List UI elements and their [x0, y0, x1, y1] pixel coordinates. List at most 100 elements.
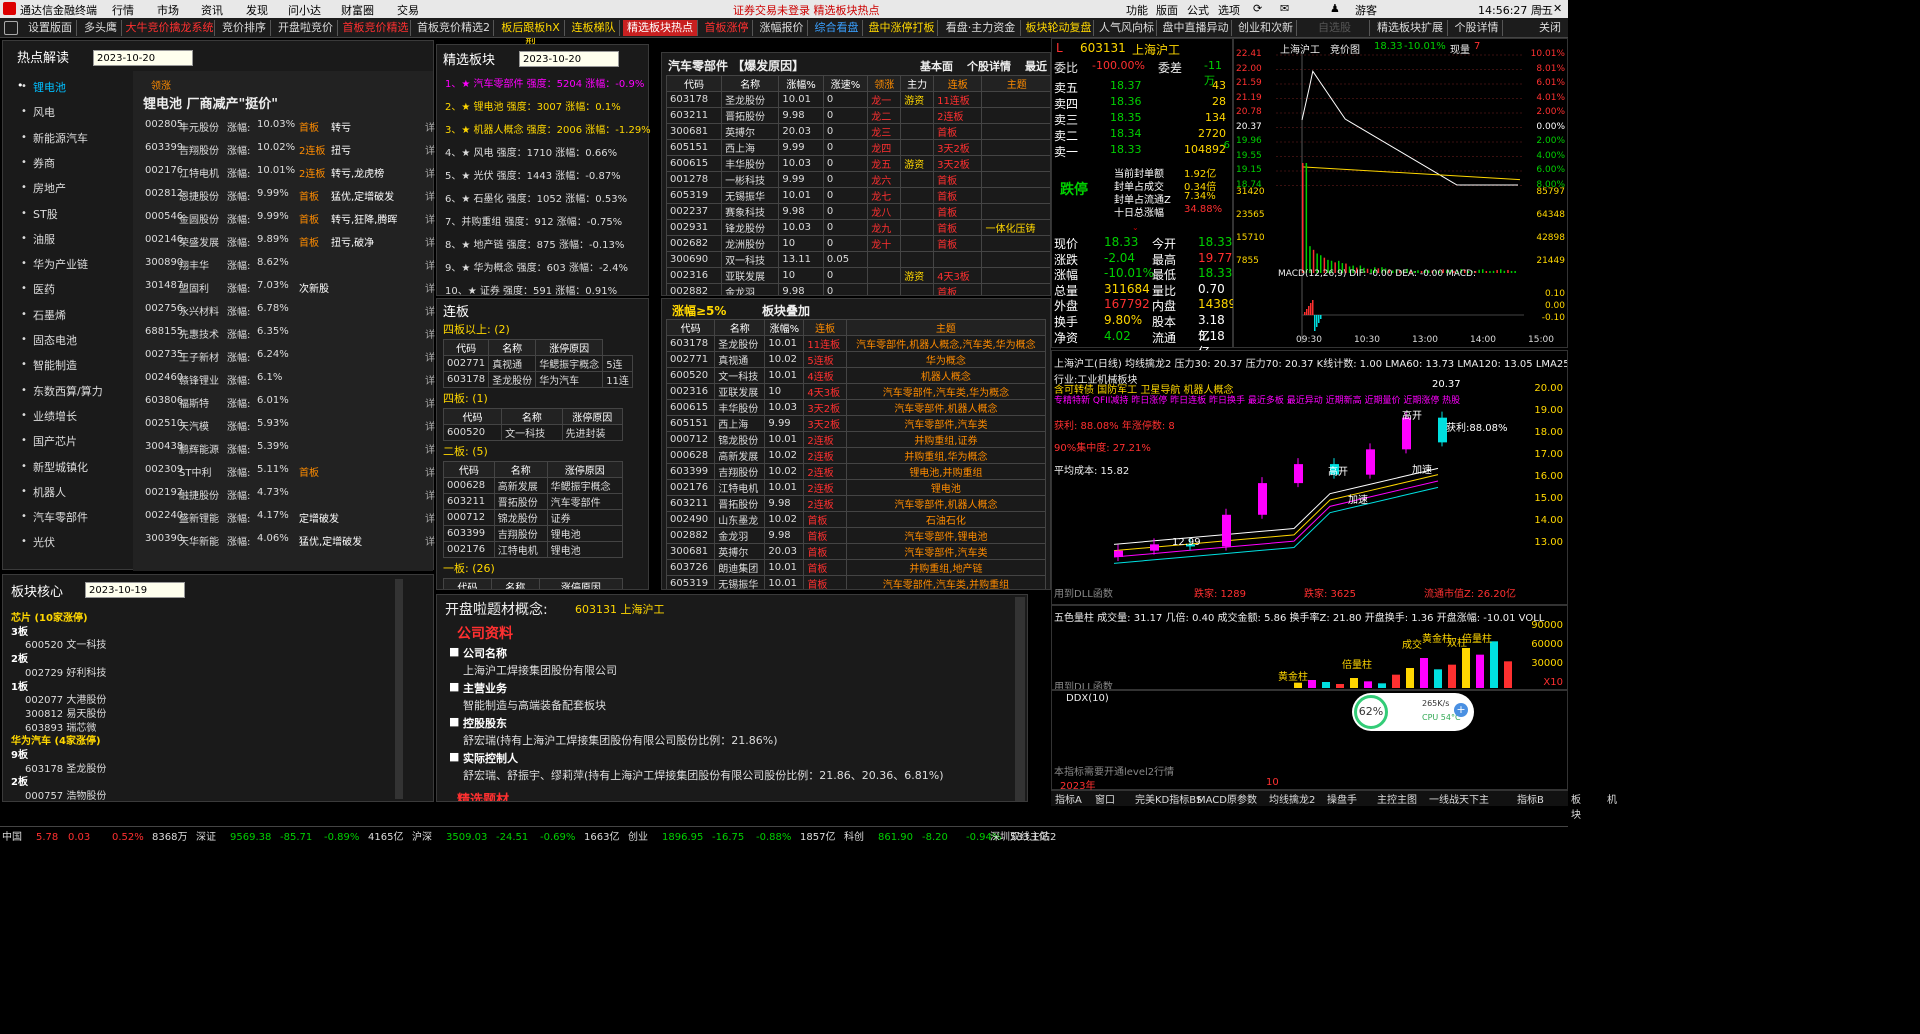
tab-kaipanla[interactable]: 开盘啦竞价	[274, 20, 338, 36]
parts-header[interactable]: 连板	[934, 76, 982, 92]
hot-stock-row[interactable]: 002805 丰元股份 涨幅: 10.03% 首板 转亏 详	[145, 119, 435, 135]
lianban-row[interactable]: 603399 吉翔股份 锂电池	[444, 526, 623, 542]
sector-item[interactable]: 新能源汽车	[33, 130, 88, 146]
zf5-row[interactable]: 300681 英搏尔 20.03 首板 汽车零部件,汽车类	[667, 544, 1046, 560]
ask-price[interactable]: 18.37	[1110, 79, 1142, 92]
zf5-row[interactable]: 002316 亚联发展 10 4天3板 汽车零部件,汽车类,华为概念	[667, 384, 1046, 400]
selected-sector-item[interactable]: 9、★ 华为概念 强度：603 涨幅：-2.4%	[445, 259, 628, 274]
sector-item[interactable]: 风电	[33, 104, 55, 120]
core-stock[interactable]: 600520 文一科技	[25, 636, 106, 651]
menu-formula[interactable]: 公式	[1187, 2, 1209, 18]
tab-growth-new[interactable]: 创业和次新	[1235, 20, 1297, 36]
link-stock-detail[interactable]: 个股详情	[967, 58, 1011, 74]
minimize-icon[interactable]: —	[1534, 2, 1545, 15]
user-icon[interactable]: ♟	[1330, 2, 1340, 15]
menu-discover[interactable]: 发现	[246, 2, 268, 18]
selected-sector-item[interactable]: 10、★ 证券 强度：591 涨幅：0.91%	[445, 282, 617, 297]
sector-item[interactable]: 新型城镇化	[33, 459, 88, 475]
user-label[interactable]: 游客	[1355, 2, 1377, 18]
hot-stock-row[interactable]: 002735 王子新材 涨幅: 6.24% 详	[145, 349, 435, 365]
detail-link[interactable]: 详	[425, 234, 435, 249]
indicator-tab[interactable]: 操盘手	[1327, 791, 1357, 806]
indicator-tab[interactable]: 板块	[1571, 791, 1581, 821]
login-notice[interactable]: 证券交易未登录 精选板块热点	[733, 2, 880, 18]
detail-link[interactable]: 详	[425, 142, 435, 157]
indicator-tab[interactable]: 完美KD指标BS	[1135, 791, 1202, 806]
hot-stock-row[interactable]: 002309 ST中利 涨幅: 5.11% 首板详	[145, 464, 435, 480]
link-recent[interactable]: 最近	[1025, 58, 1047, 74]
sector-item[interactable]: 油服	[33, 231, 55, 247]
tab-settings[interactable]: 设置版面	[24, 20, 77, 36]
parts-row[interactable]: 001278 一彬科技 9.99 0 龙六 首板	[667, 172, 1052, 188]
tab-close[interactable]: 关闭	[1535, 20, 1565, 36]
parts-header[interactable]: 主力	[901, 76, 934, 92]
parts-header[interactable]: 涨速%	[823, 76, 867, 92]
core-stock[interactable]: 000757 浩物股份	[25, 787, 106, 802]
system-monitor[interactable]: 62% 265K/s CPU 54°C +	[1352, 693, 1474, 731]
selected-sector-item[interactable]: 4、★ 风电 强度：1710 涨幅：0.66%	[445, 144, 617, 159]
sector-item[interactable]: 智能制造	[33, 357, 77, 373]
lianban-row[interactable]: 600520 文一科技 先进封装	[444, 425, 623, 441]
parts-header[interactable]: 代码	[667, 76, 722, 92]
parts-row[interactable]: 300681 英搏尔 20.03 0 龙三 首板	[667, 124, 1052, 140]
tab-ladder[interactable]: 连板梯队	[568, 20, 620, 36]
sector-item[interactable]: 华为产业链	[33, 256, 88, 272]
hot-stock-row[interactable]: 300438 鹏辉能源 涨幅: 5.39% 详	[145, 441, 435, 457]
parts-row[interactable]: 002931 锋龙股份 10.03 0 龙九 首板 一体化压铸	[667, 220, 1052, 236]
selected-date-picker[interactable]: 2023-10-20	[519, 51, 619, 67]
parts-row[interactable]: 605319 无锡振华 10.01 0 龙七 首板	[667, 188, 1052, 204]
intraday-chart[interactable]	[1276, 53, 1524, 343]
menu-options[interactable]: 选项	[1218, 2, 1240, 18]
zf5-row[interactable]: 002882 金龙羽 9.98 首板 汽车零部件,锂电池	[667, 528, 1046, 544]
sector-item[interactable]: 机器人	[33, 484, 66, 500]
tab-first-board2[interactable]: 首板竞价精选2	[414, 20, 494, 36]
ask-price[interactable]: 18.34	[1110, 127, 1142, 140]
sector-item[interactable]: 固态电池	[33, 332, 77, 348]
detail-link[interactable]: 详	[425, 464, 435, 479]
core-stock[interactable]: 603158 腾龙股份	[25, 801, 106, 802]
hot-stock-row[interactable]: 002460 赣锋锂业 涨幅: 6.1% 详	[145, 372, 435, 388]
sector-item[interactable]: 国产芯片	[33, 433, 77, 449]
tab-popularity[interactable]: 人气风向标	[1097, 20, 1157, 36]
tab-live-move[interactable]: 盘中直播异动	[1160, 20, 1232, 36]
menu-quote[interactable]: 行情	[112, 2, 134, 18]
indicator-tab[interactable]: 一线战天下主	[1429, 791, 1489, 806]
hot-stock-row[interactable]: 002812 恩捷股份 涨幅: 9.99% 首板 猛优,定增破发 详	[145, 188, 435, 204]
zf5-row[interactable]: 000628 高新发展 10.02 2连板 并购重组,华为概念	[667, 448, 1046, 464]
sector-item[interactable]: 东数西算/算力	[33, 383, 103, 399]
mail-icon[interactable]: ✉	[1280, 2, 1289, 15]
zf5-row[interactable]: 600520 文一科技 10.01 4连板 机器人概念	[667, 368, 1046, 384]
tab-first-board[interactable]: 首板竞价精选	[341, 20, 411, 36]
zf5-header[interactable]: 连板	[804, 320, 846, 336]
tab-auction-sort[interactable]: 竞价排序	[218, 20, 271, 36]
parts-header[interactable]: 主题	[982, 76, 1051, 92]
tab-overview[interactable]: 综合看盘	[811, 20, 863, 36]
tab-selected-ext[interactable]: 精选板块扩展	[1373, 20, 1448, 36]
home-icon[interactable]	[4, 21, 18, 35]
lianban-row[interactable]: 002176 江特电机 锂电池	[444, 542, 623, 558]
core-stock[interactable]: 603178 圣龙股份	[25, 760, 106, 775]
core-date-picker[interactable]: 2023-10-19	[85, 582, 185, 598]
sector-item[interactable]: 光伏	[33, 534, 55, 550]
selected-sector-item[interactable]: 8、★ 地产链 强度：875 涨幅：-0.13%	[445, 236, 624, 251]
zf5-row[interactable]: 002771 真视通 10.02 5连板 华为概念	[667, 352, 1046, 368]
hot-stock-row[interactable]: 603806 福斯特 涨幅: 6.01% 详	[145, 395, 435, 411]
add-icon[interactable]: +	[1454, 703, 1468, 717]
sector-item[interactable]: 汽车零部件	[33, 509, 88, 525]
link-fundamentals[interactable]: 基本面	[920, 58, 953, 74]
ask-price[interactable]: 18.33	[1110, 143, 1142, 156]
parts-row[interactable]: 603211 晋拓股份 9.98 0 龙二 2连板	[667, 108, 1052, 124]
selected-sector-item[interactable]: 6、★ 石墨化 强度：1052 涨幅：0.53%	[445, 190, 627, 205]
detail-link[interactable]: 详	[425, 510, 435, 525]
detail-link[interactable]: 详	[425, 349, 435, 364]
detail-link[interactable]: 详	[425, 188, 435, 203]
zf5-row[interactable]: 002176 江特电机 10.01 2连板 锂电池	[667, 480, 1046, 496]
parts-row[interactable]: 600615 丰华股份 10.03 0 龙五 游资 3天2板	[667, 156, 1052, 172]
zf5-header[interactable]: 代码	[667, 320, 715, 336]
core-scrollbar[interactable]	[395, 579, 403, 799]
quote-expand-icon[interactable]: ⌄	[1132, 223, 1139, 232]
hot-stock-row[interactable]: 300890 翔丰华 涨幅: 8.62% 详	[145, 257, 435, 273]
tab-stock-detail[interactable]: 个股详情	[1451, 20, 1503, 36]
detail-link[interactable]: 详	[425, 280, 435, 295]
info-scrollbar[interactable]	[1015, 597, 1025, 801]
